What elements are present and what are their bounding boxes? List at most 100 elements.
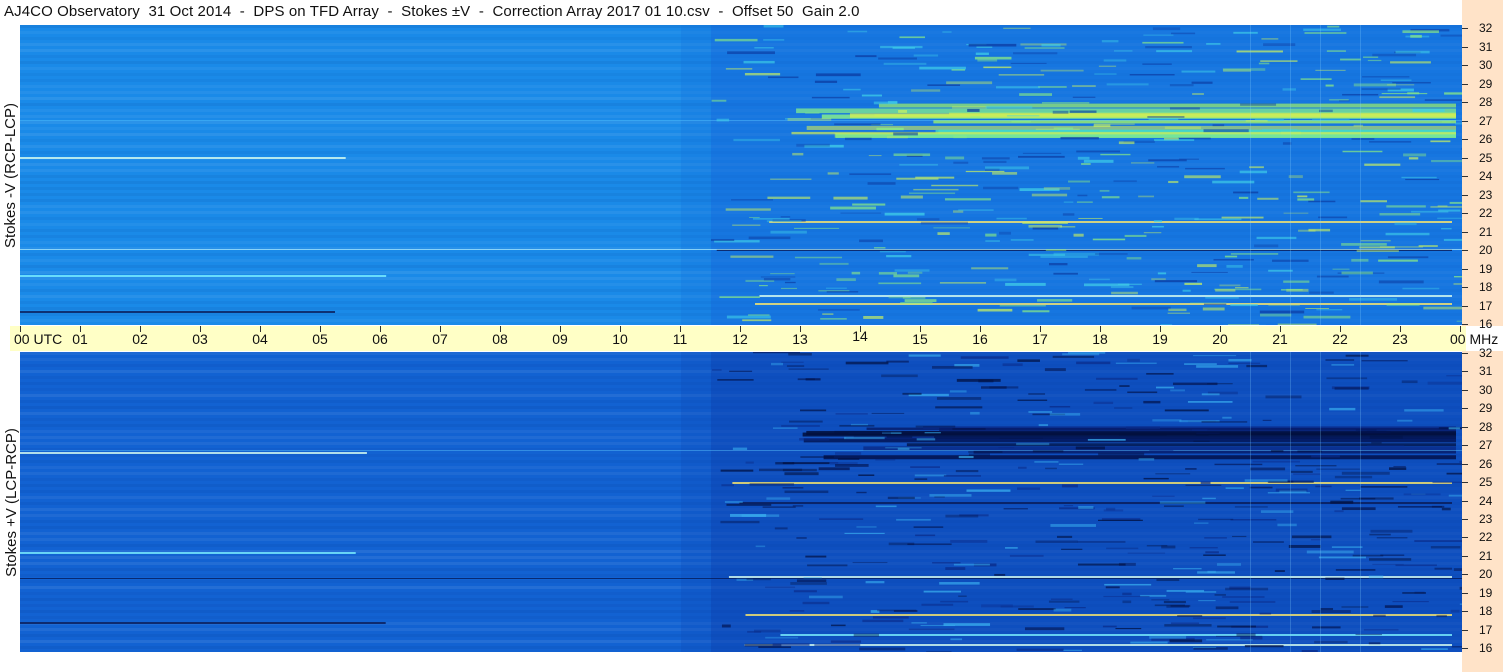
noise-speck bbox=[716, 118, 730, 122]
noise-speck bbox=[837, 457, 860, 460]
noise-speck bbox=[1230, 519, 1277, 521]
noise-speck bbox=[788, 368, 829, 370]
noise-speck bbox=[1078, 506, 1094, 509]
noise-speck bbox=[1198, 600, 1216, 602]
noise-speck bbox=[992, 172, 1018, 175]
noise-speck bbox=[1295, 465, 1337, 467]
noise-speck bbox=[1124, 234, 1147, 237]
noise-speck bbox=[1360, 486, 1408, 488]
noise-speck bbox=[1320, 607, 1334, 611]
noise-speck bbox=[858, 474, 875, 476]
noise-speck bbox=[863, 315, 884, 319]
noise-speck bbox=[1103, 509, 1124, 512]
frequency-tick-mark bbox=[1462, 353, 1468, 354]
frequency-tick-label: 19 bbox=[1479, 585, 1493, 600]
noise-speck bbox=[845, 361, 889, 365]
noise-speck bbox=[913, 54, 939, 57]
noise-speck bbox=[1184, 363, 1217, 365]
noise-speck bbox=[984, 166, 1030, 170]
noise-speck bbox=[1148, 159, 1187, 162]
noise-speck bbox=[1185, 468, 1197, 470]
noise-speck bbox=[1441, 228, 1452, 230]
noise-speck bbox=[871, 412, 905, 414]
noise-speck bbox=[1334, 475, 1373, 479]
noise-speck bbox=[731, 199, 773, 201]
noise-speck bbox=[770, 273, 795, 275]
noise-speck bbox=[1214, 593, 1226, 596]
frequency-tick-mark bbox=[1462, 250, 1468, 251]
noise-speck bbox=[1193, 617, 1226, 620]
noise-speck bbox=[1401, 380, 1418, 384]
noise-speck bbox=[1031, 193, 1068, 197]
noise-speck bbox=[1281, 289, 1303, 291]
noise-speck bbox=[825, 287, 847, 289]
noise-speck bbox=[1434, 567, 1453, 570]
noise-speck bbox=[958, 209, 994, 211]
noise-speck bbox=[983, 186, 1019, 190]
noise-speck bbox=[1234, 287, 1249, 289]
noise-speck bbox=[1156, 50, 1193, 53]
noise-speck bbox=[1316, 468, 1360, 470]
noise-speck bbox=[932, 365, 973, 369]
noise-speck bbox=[1061, 548, 1083, 550]
noise-speck bbox=[946, 81, 993, 85]
noise-speck bbox=[1364, 163, 1401, 166]
noise-speck bbox=[1240, 103, 1277, 106]
noise-speck bbox=[1016, 442, 1050, 446]
noise-speck bbox=[875, 459, 896, 461]
noise-speck bbox=[1129, 74, 1175, 76]
noise-speck bbox=[908, 628, 955, 631]
noise-speck bbox=[1003, 27, 1031, 29]
noise-speck bbox=[752, 217, 790, 220]
noise-speck bbox=[1163, 600, 1186, 604]
noise-speck bbox=[1131, 306, 1171, 310]
noise-speck bbox=[1053, 608, 1072, 612]
bottom-panel-label-text: Stokes +V (LCP-RCP) bbox=[2, 427, 20, 577]
noise-speck bbox=[763, 278, 791, 281]
frequency-tick-label: 24 bbox=[1479, 493, 1493, 508]
noise-speck bbox=[1038, 86, 1067, 88]
frequency-tick-label: 26 bbox=[1479, 132, 1493, 146]
noise-speck bbox=[1149, 636, 1187, 639]
noise-speck bbox=[1063, 649, 1082, 651]
noise-speck bbox=[1028, 411, 1053, 413]
time-tick-label: 19 bbox=[1152, 331, 1168, 347]
noise-speck bbox=[899, 36, 926, 39]
noise-speck bbox=[772, 643, 810, 646]
interference-streak bbox=[759, 295, 1452, 297]
noise-speck bbox=[878, 272, 898, 275]
noise-speck bbox=[1155, 473, 1191, 475]
frequency-tick-mark bbox=[1462, 408, 1468, 410]
noise-speck bbox=[1245, 120, 1268, 122]
noise-speck bbox=[920, 221, 968, 225]
noise-speck bbox=[1421, 648, 1448, 650]
noise-speck bbox=[1288, 545, 1321, 548]
noise-speck bbox=[1353, 124, 1364, 127]
noise-speck bbox=[1215, 289, 1236, 292]
noise-speck bbox=[886, 255, 912, 258]
noise-speck bbox=[1032, 450, 1064, 453]
noise-speck bbox=[796, 143, 830, 147]
noise-speck bbox=[1316, 275, 1349, 278]
noise-speck bbox=[1257, 433, 1301, 435]
frequency-tick-label: 21 bbox=[1479, 548, 1493, 563]
noise-speck bbox=[1368, 642, 1381, 645]
noise-speck bbox=[1441, 507, 1451, 511]
noise-speck bbox=[753, 352, 800, 354]
noise-speck bbox=[1122, 592, 1132, 596]
noise-speck bbox=[1443, 238, 1462, 241]
noise-speck bbox=[1159, 501, 1206, 504]
noise-speck bbox=[939, 282, 987, 284]
noise-speck bbox=[1446, 375, 1462, 377]
frequency-tick-label: 18 bbox=[1479, 280, 1493, 294]
noise-speck bbox=[733, 138, 780, 142]
noise-speck bbox=[1325, 359, 1355, 361]
noise-speck bbox=[1326, 377, 1368, 380]
noise-speck bbox=[1206, 42, 1221, 45]
noise-speck bbox=[1392, 601, 1429, 603]
noise-speck bbox=[1169, 84, 1194, 87]
noise-speck bbox=[1404, 409, 1444, 412]
noise-speck bbox=[1361, 88, 1401, 90]
noise-speck bbox=[943, 475, 981, 477]
noise-speck bbox=[862, 619, 904, 623]
